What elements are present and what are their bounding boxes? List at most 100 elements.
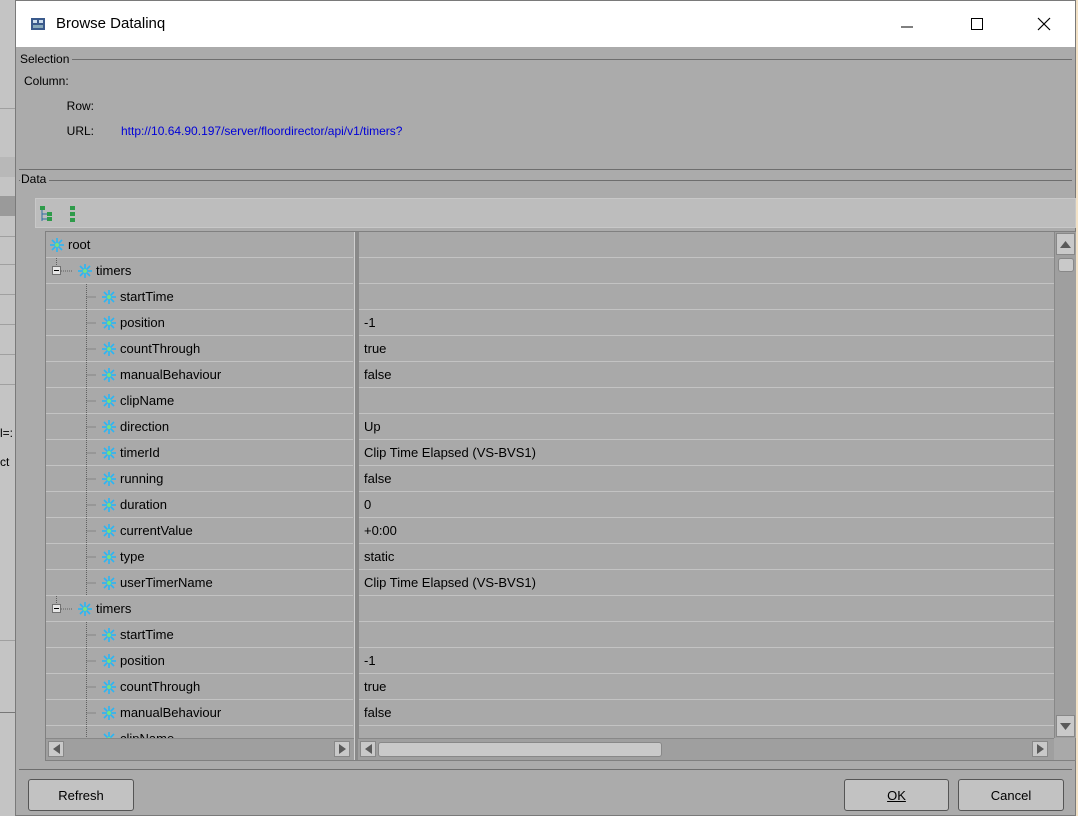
- node-value: -1: [364, 315, 376, 330]
- collapse-all-icon[interactable]: [65, 205, 81, 223]
- node-icon: [102, 498, 116, 512]
- data-tree-grid[interactable]: root timers startTime position -1 countThroug…: [45, 231, 1076, 761]
- scroll-left-button-2[interactable]: [360, 741, 376, 757]
- title-bar[interactable]: Browse Datalinq: [16, 1, 1075, 47]
- collapse-toggle-icon[interactable]: [52, 266, 61, 275]
- scroll-left-button[interactable]: [48, 741, 64, 757]
- row-label: Row:: [66, 99, 94, 113]
- tree-row[interactable]: running false: [46, 466, 1054, 492]
- tree-row[interactable]: root: [46, 232, 1054, 258]
- scroll-right-button[interactable]: [334, 741, 350, 757]
- node-icon: [102, 290, 116, 304]
- node-label: position: [120, 315, 165, 330]
- column-label: Column:: [24, 74, 69, 88]
- horizontal-scroll-thumb[interactable]: [378, 742, 662, 757]
- tree-row[interactable]: position -1: [46, 310, 1054, 336]
- node-icon: [102, 628, 116, 642]
- scroll-right-button-2[interactable]: [1032, 741, 1048, 757]
- node-icon: [78, 602, 92, 616]
- expand-all-icon[interactable]: [38, 205, 54, 223]
- vertical-scroll-thumb[interactable]: [1058, 258, 1074, 272]
- close-button[interactable]: [1021, 1, 1067, 47]
- node-value: false: [364, 471, 392, 486]
- column-divider[interactable]: [354, 232, 359, 760]
- triangle-down-icon: [1060, 722, 1071, 730]
- cancel-label: Cancel: [990, 787, 1032, 803]
- tree-row[interactable]: duration 0: [46, 492, 1054, 518]
- node-value: static: [364, 549, 395, 564]
- right-horizontal-scrollbar[interactable]: [358, 738, 1054, 760]
- node-icon: [102, 576, 116, 590]
- tree-row[interactable]: timerId Clip Time Elapsed (VS-BVS1): [46, 440, 1054, 466]
- node-icon: [102, 446, 116, 460]
- node-icon: [102, 342, 116, 356]
- scroll-up-button[interactable]: [1056, 233, 1075, 255]
- cancel-button[interactable]: Cancel: [958, 779, 1064, 811]
- ok-label: OK: [887, 787, 906, 803]
- node-icon: [102, 420, 116, 434]
- triangle-right-icon: [338, 744, 346, 754]
- button-bar-separator: [19, 769, 1072, 770]
- minimize-icon: [901, 26, 913, 28]
- node-label: manualBehaviour: [120, 705, 222, 720]
- node-icon: [102, 524, 116, 538]
- node-icon: [102, 550, 116, 564]
- tree-row[interactable]: type static: [46, 544, 1054, 570]
- tree-row[interactable]: timers: [46, 258, 1054, 284]
- tree-row[interactable]: clipName: [46, 388, 1054, 414]
- node-label: type: [120, 549, 145, 564]
- collapse-toggle-icon[interactable]: [52, 604, 61, 613]
- background-app: l=: ct: [0, 0, 16, 816]
- url-value[interactable]: http://10.64.90.197/server/floordirector…: [121, 124, 402, 138]
- tree-row[interactable]: manualBehaviour false: [46, 362, 1054, 388]
- node-label: timerId: [120, 445, 160, 460]
- node-value: Up: [364, 419, 381, 434]
- tree-row[interactable]: position -1: [46, 648, 1054, 674]
- data-group: [19, 180, 1072, 182]
- maximize-button[interactable]: [954, 1, 1000, 47]
- node-value: Clip Time Elapsed (VS-BVS1): [364, 575, 536, 590]
- triangle-up-icon: [1060, 240, 1071, 248]
- node-icon: [102, 680, 116, 694]
- close-icon: [1037, 17, 1051, 31]
- url-label: URL:: [66, 124, 94, 138]
- browse-datalinq-dialog: Browse Datalinq Selection Column: Row: U…: [15, 0, 1076, 816]
- triangle-left-icon: [364, 744, 372, 754]
- tree-row[interactable]: manualBehaviour false: [46, 700, 1054, 726]
- node-label: manualBehaviour: [120, 367, 222, 382]
- refresh-button[interactable]: Refresh: [28, 779, 134, 811]
- node-icon: [102, 706, 116, 720]
- node-label: countThrough: [120, 341, 201, 356]
- selection-group: Selection: [19, 52, 1072, 170]
- node-label: position: [120, 653, 165, 668]
- ok-button[interactable]: OK: [844, 779, 949, 811]
- node-value: true: [364, 679, 387, 694]
- app-icon: [31, 18, 45, 30]
- minimize-button[interactable]: [884, 1, 930, 47]
- selection-group-label: Selection: [19, 52, 73, 66]
- triangle-left-icon: [52, 744, 60, 754]
- tree-row[interactable]: startTime: [46, 622, 1054, 648]
- tree-row[interactable]: countThrough true: [46, 674, 1054, 700]
- node-value: false: [364, 705, 392, 720]
- node-label: duration: [120, 497, 167, 512]
- tree-row[interactable]: startTime: [46, 284, 1054, 310]
- tree-row[interactable]: direction Up: [46, 414, 1054, 440]
- node-label: countThrough: [120, 679, 201, 694]
- tree-row[interactable]: timers: [46, 596, 1054, 622]
- left-horizontal-scrollbar[interactable]: [46, 738, 354, 760]
- background-text-2: ct: [0, 455, 10, 469]
- vertical-scrollbar[interactable]: [1054, 232, 1076, 738]
- background-text-1: l=:: [0, 426, 14, 440]
- node-icon: [78, 264, 92, 278]
- data-toolbar: [35, 198, 1076, 228]
- node-icon: [50, 238, 64, 252]
- node-value: 0: [364, 497, 372, 512]
- tree-row[interactable]: currentValue +0:00: [46, 518, 1054, 544]
- node-label: timers: [96, 263, 132, 278]
- tree-row[interactable]: countThrough true: [46, 336, 1054, 362]
- node-label: currentValue: [120, 523, 193, 538]
- tree-row[interactable]: userTimerName Clip Time Elapsed (VS-BVS1): [46, 570, 1054, 596]
- node-icon: [102, 654, 116, 668]
- scroll-down-button[interactable]: [1056, 715, 1075, 737]
